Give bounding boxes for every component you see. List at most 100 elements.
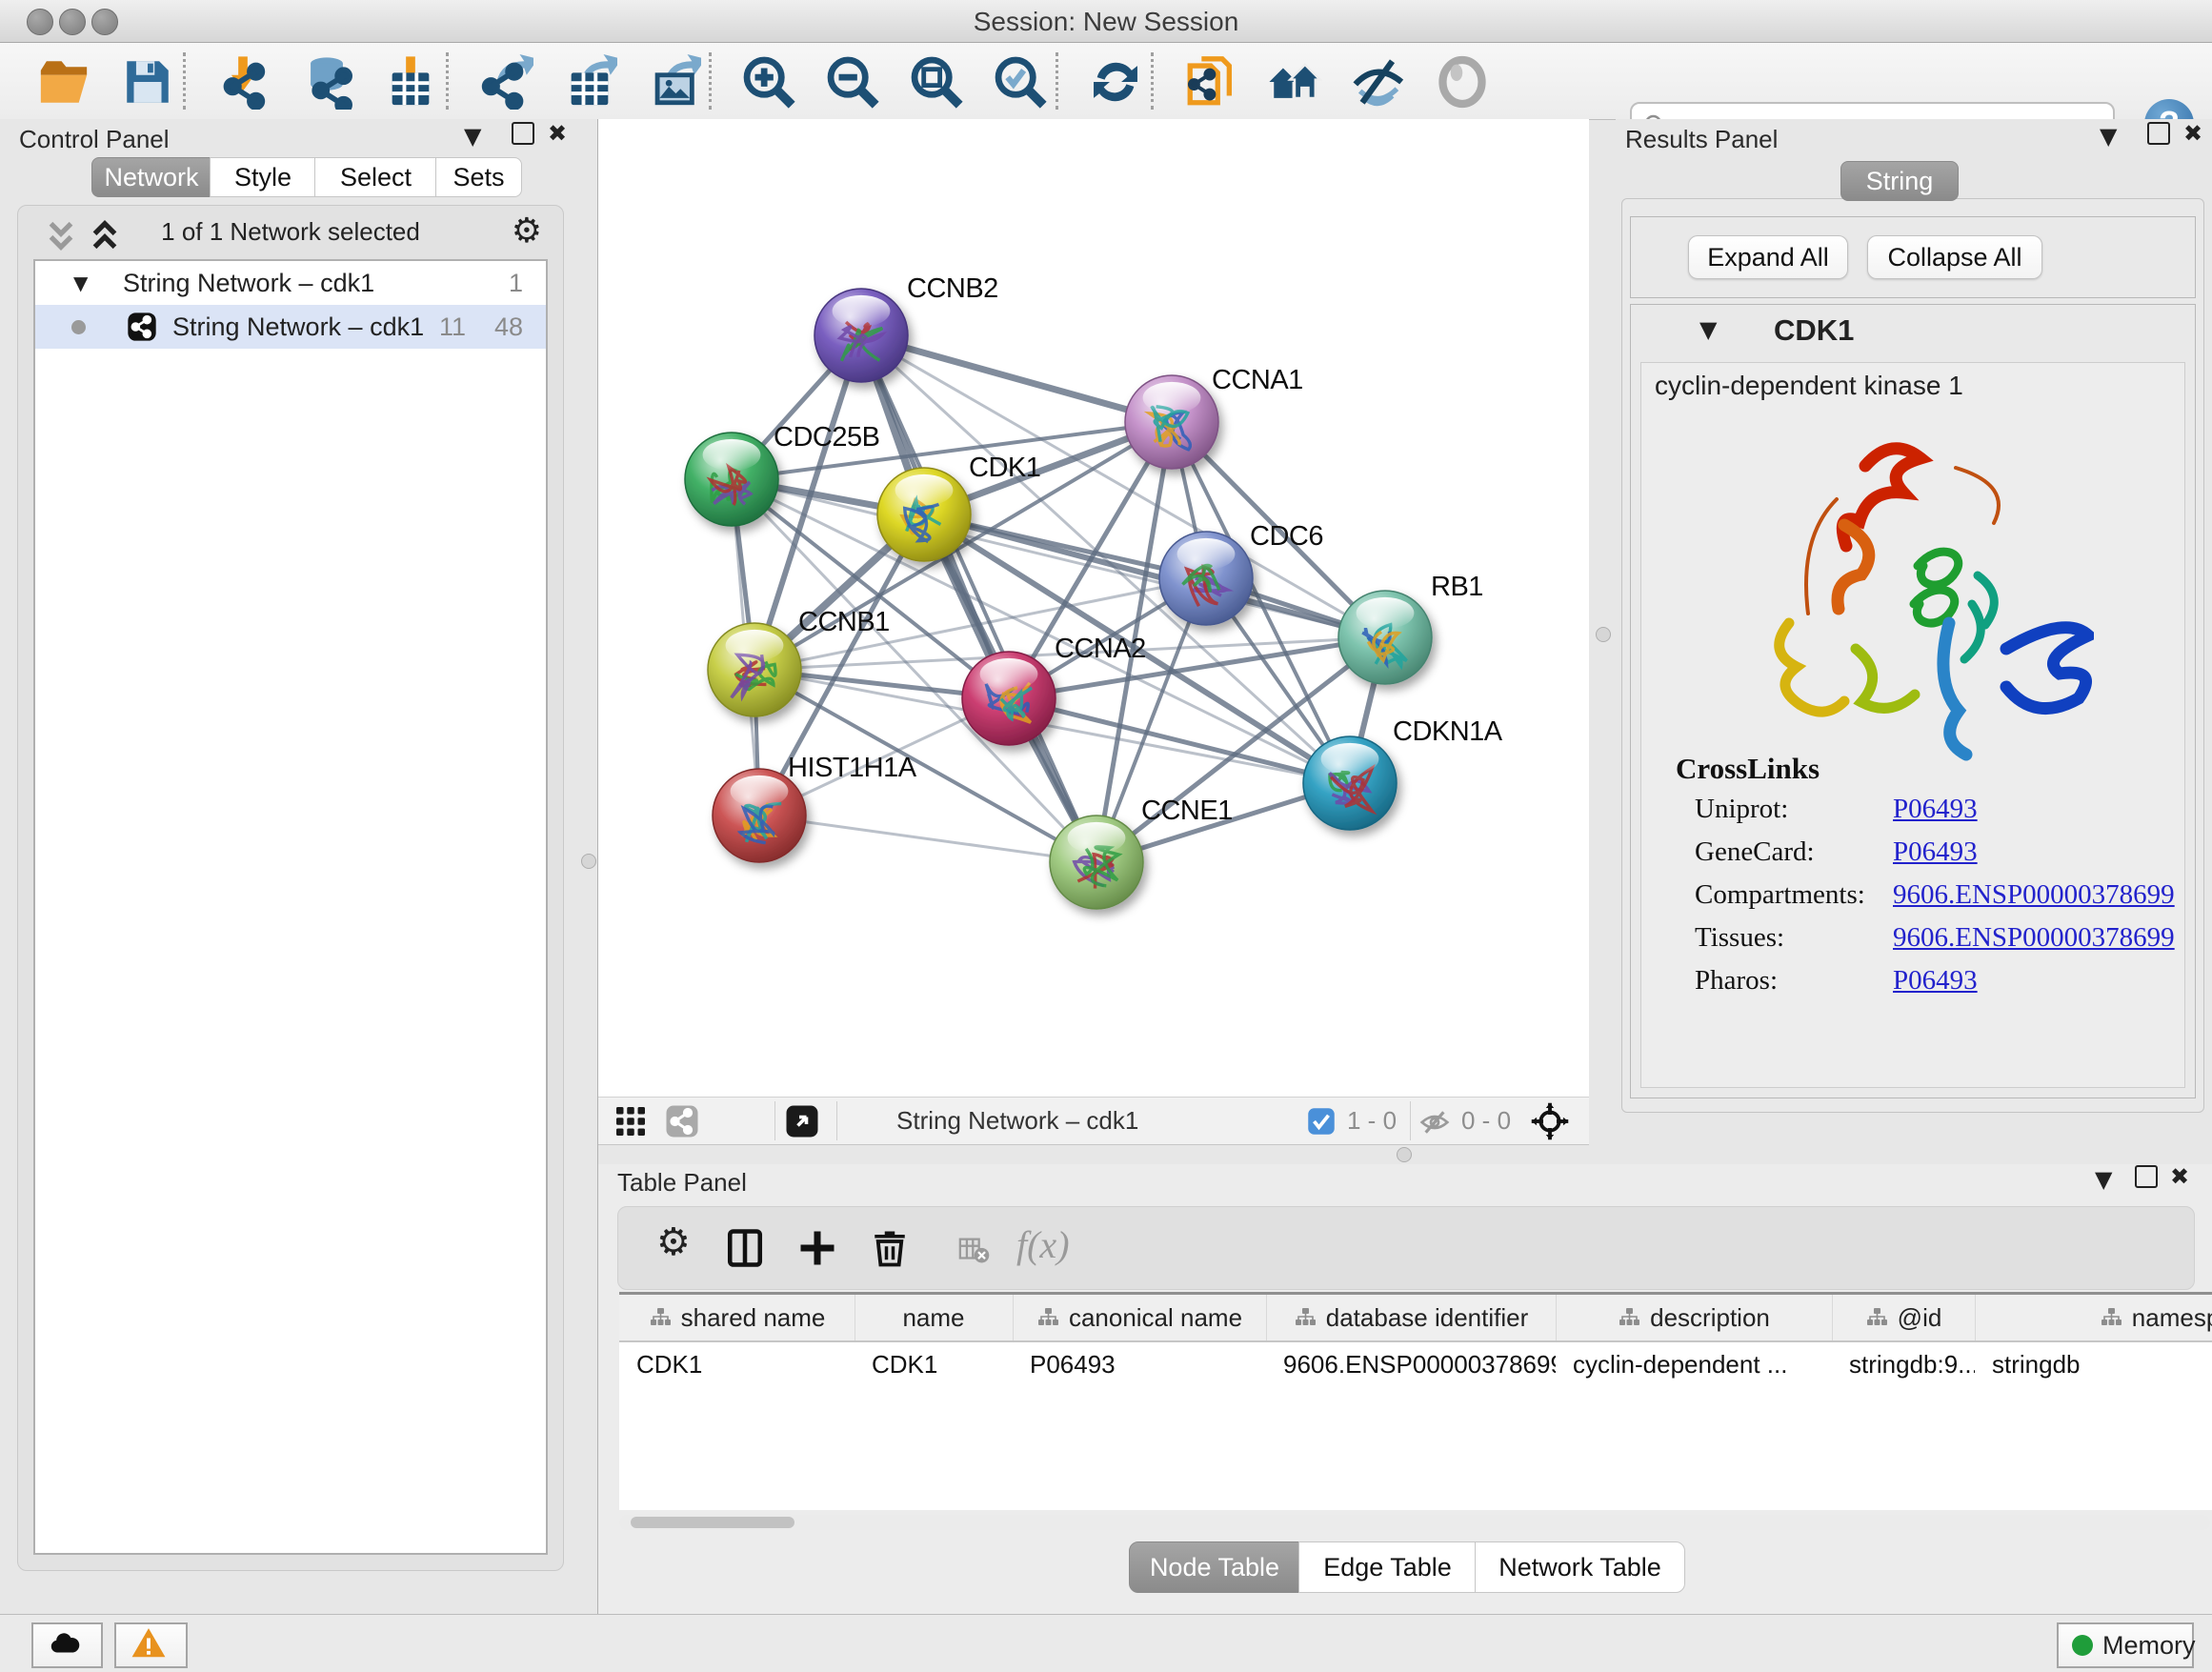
save-session-icon[interactable] (120, 54, 175, 110)
node-label-CDC25B: CDC25B (774, 422, 879, 453)
table-panel-close-icon[interactable]: ✖ (2170, 1163, 2189, 1190)
node-CCNB2[interactable] (814, 289, 908, 382)
table-panel-float-icon[interactable] (2135, 1165, 2158, 1188)
refresh-icon[interactable] (1088, 54, 1143, 110)
column-header-database-identifier[interactable]: database identifier (1266, 1295, 1557, 1340)
cell-canonical-name[interactable]: P06493 (1013, 1342, 1266, 1386)
tab-network-table[interactable]: Network Table (1475, 1541, 1685, 1593)
tree-expander-icon[interactable]: ▼ (73, 261, 88, 305)
crosslink-value-link[interactable]: P06493 (1893, 836, 1978, 868)
column-header-canonical-name[interactable]: canonical name (1013, 1295, 1267, 1340)
zoom-in-icon[interactable] (741, 54, 796, 110)
node-CCNE1[interactable] (1050, 816, 1143, 909)
horizontal-scrollbar[interactable] (619, 1515, 2210, 1530)
warning-button[interactable] (114, 1622, 188, 1668)
gear-icon[interactable]: ⚙ (656, 1220, 696, 1260)
show-columns-icon[interactable] (725, 1228, 765, 1268)
grid-view-icon[interactable] (613, 1104, 648, 1138)
tab-edge-table[interactable]: Edge Table (1298, 1541, 1477, 1593)
crosslink-value-link[interactable]: P06493 (1893, 794, 1978, 825)
network-view-toolbar: String Network – cdk1 1 - 0 0 - 0 (598, 1097, 1589, 1145)
main-toolbar: ? (0, 43, 2212, 120)
presentation-eye-icon[interactable] (1435, 54, 1490, 110)
export-image-icon[interactable] (646, 54, 701, 110)
column-header-namespace[interactable]: namespace (1975, 1295, 2212, 1340)
cell-shared-name[interactable]: CDK1 (619, 1342, 855, 1386)
control-panel-menu-icon[interactable]: ▼ (464, 123, 481, 150)
crosslinks-list: Uniprot:P06493GeneCard:P06493Compartment… (1695, 794, 2175, 1008)
results-panel-float-icon[interactable] (2147, 122, 2170, 145)
home-icon[interactable] (1267, 54, 1322, 110)
expand-all-button[interactable]: Expand All (1688, 235, 1848, 279)
edge-layer (732, 335, 1385, 862)
tab-node-table[interactable]: Node Table (1129, 1541, 1300, 1593)
results-panel-close-icon[interactable]: ✖ (2183, 120, 2202, 147)
node-CDC6[interactable] (1159, 532, 1253, 625)
crosslink-value-link[interactable]: 9606.ENSP00000378699 (1893, 879, 2175, 911)
cell-name[interactable]: CDK1 (855, 1342, 1013, 1386)
column-header-description[interactable]: description (1556, 1295, 1833, 1340)
cloud-button[interactable] (31, 1622, 103, 1668)
memory-button[interactable]: Memory (2057, 1622, 2194, 1668)
results-panel-menu-icon[interactable]: ▼ (2100, 123, 2117, 150)
import-network-from-database-icon[interactable] (299, 54, 354, 110)
node-CCNA2[interactable] (962, 652, 1056, 745)
network-canvas[interactable]: CCNB2CCNA1CDC25BCDK1CDC6RB1CCNB1CCNA2CDK… (598, 119, 1589, 1098)
tab-style[interactable]: Style (210, 157, 316, 197)
column-header-shared-name[interactable]: shared name (619, 1295, 855, 1340)
zoom-out-icon[interactable] (825, 54, 880, 110)
node-RB1[interactable] (1338, 591, 1432, 684)
cell-description[interactable]: cyclin-dependent ... (1556, 1342, 1832, 1386)
export-table-icon[interactable] (562, 54, 617, 110)
crosslink-value-link[interactable]: P06493 (1893, 965, 1978, 997)
network-tree-row[interactable]: ▼String Network – cdk11 (35, 261, 546, 305)
open-session-icon[interactable] (36, 54, 91, 110)
table-panel-menu-icon[interactable]: ▼ (2095, 1166, 2112, 1193)
bottom-splitter-grip[interactable] (1397, 1147, 1412, 1162)
share-session-icon[interactable] (1183, 54, 1238, 110)
table-panel-title: Table Panel (617, 1168, 747, 1198)
column-header--id[interactable]: @id (1832, 1295, 1976, 1340)
node-CDC25B[interactable] (685, 433, 778, 526)
right-splitter-grip[interactable] (1596, 627, 1611, 642)
control-panel-close-icon[interactable]: ✖ (548, 120, 567, 147)
delete-column-icon[interactable] (870, 1228, 910, 1268)
node-CDK1[interactable] (877, 468, 971, 561)
import-network-icon[interactable] (215, 54, 271, 110)
left-splitter-grip[interactable] (581, 854, 596, 869)
node-CCNA1[interactable] (1125, 375, 1218, 469)
cdk1-section: ▼ CDK1 cyclin-dependent kinase 1 (1630, 304, 2196, 1098)
collapse-all-button[interactable]: Collapse All (1867, 235, 2042, 279)
tab-select[interactable]: Select (314, 157, 437, 197)
node-CCNB1[interactable] (708, 623, 801, 716)
function-builder-icon[interactable]: f(x) (1016, 1222, 1070, 1267)
chevron-down-icon[interactable]: ▼ (1699, 316, 1717, 343)
gear-icon[interactable]: ⚙ (512, 212, 542, 251)
create-column-icon[interactable] (797, 1228, 837, 1268)
crosslink-value-link[interactable]: 9606.ENSP00000378699 (1893, 922, 2175, 954)
control-panel-float-icon[interactable] (512, 122, 534, 145)
cell-namespace[interactable]: stringdb (1975, 1342, 2212, 1386)
tab-network[interactable]: Network (91, 157, 211, 197)
birds-eye-view-icon[interactable] (785, 1104, 819, 1138)
cdk1-section-header[interactable]: ▼ CDK1 (1631, 305, 2195, 358)
zoom-fit-icon[interactable] (909, 54, 964, 110)
cell-database-identifier[interactable]: 9606.ENSP00000378699 (1266, 1342, 1556, 1386)
column-header-name[interactable]: name (855, 1295, 1014, 1340)
network-tree-row[interactable]: String Network – cdk11148 (35, 305, 546, 349)
cell--id[interactable]: stringdb:9... (1832, 1342, 1975, 1386)
node-CDKN1A[interactable] (1303, 736, 1397, 830)
crosshair-icon[interactable] (1530, 1101, 1570, 1141)
column-header-label: description (1650, 1303, 1770, 1333)
network-list: ▼String Network – cdk11String Network – … (33, 259, 548, 1555)
tab-sets[interactable]: Sets (435, 157, 522, 197)
scrollbar-thumb[interactable] (631, 1517, 794, 1528)
tab-string[interactable]: String (1840, 161, 1959, 201)
export-network-icon[interactable] (478, 54, 533, 110)
import-table-icon[interactable] (383, 54, 438, 110)
hide-panels-icon[interactable] (1351, 54, 1406, 110)
zoom-selected-icon[interactable] (993, 54, 1048, 110)
delete-table-icon[interactable] (957, 1234, 990, 1266)
selected-checkbox-icon[interactable] (1307, 1107, 1336, 1136)
network-view-icon[interactable] (665, 1104, 699, 1138)
